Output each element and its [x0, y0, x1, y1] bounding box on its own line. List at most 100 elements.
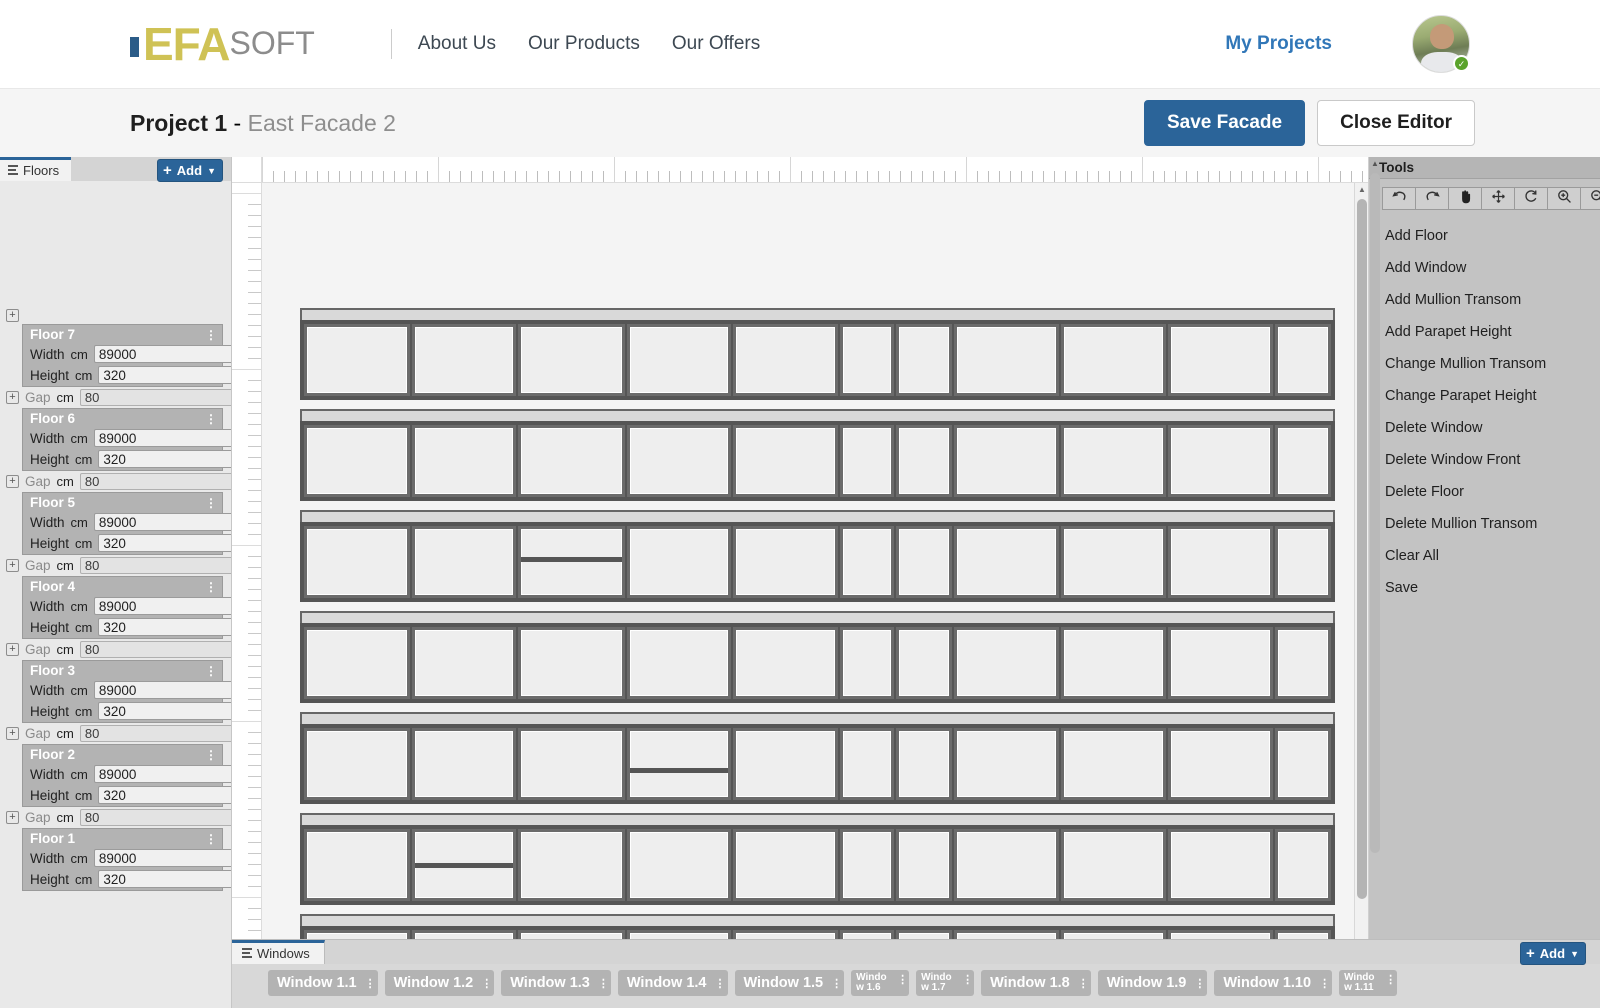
facade-window-panel[interactable]	[626, 526, 732, 598]
tool-item-add-window[interactable]: Add Window	[1369, 252, 1600, 284]
facade-parapet[interactable]	[300, 914, 1335, 926]
window-options-kebab-icon[interactable]: ⋮	[1077, 977, 1089, 990]
add-floor-button[interactable]: + Add ▼	[157, 159, 223, 182]
vertical-scrollbar-thumb[interactable]	[1357, 199, 1367, 899]
facade-window-panel[interactable]	[626, 627, 732, 699]
window-chip[interactable]: Window 1.7 ⋮	[916, 970, 975, 996]
facade-floor-row[interactable]	[300, 813, 1335, 905]
nav-link-about-us[interactable]: About Us	[418, 33, 496, 55]
facade-window-panel[interactable]	[733, 324, 838, 396]
window-options-kebab-icon[interactable]: ⋮	[1384, 973, 1396, 986]
facade-window-panel[interactable]	[1060, 728, 1167, 800]
undo-button[interactable]	[1382, 187, 1416, 210]
facade-window-panel[interactable]	[411, 425, 517, 497]
window-options-kebab-icon[interactable]: ⋮	[961, 973, 973, 986]
facade-window-panel[interactable]	[626, 728, 732, 800]
floor-gap-input[interactable]	[79, 725, 231, 742]
avatar[interactable]: ✓	[1412, 15, 1470, 73]
close-editor-button[interactable]: Close Editor	[1317, 100, 1475, 146]
facade-window-panel[interactable]	[839, 829, 894, 901]
floor-height-input[interactable]	[98, 870, 231, 888]
add-window-button[interactable]: + Add ▼	[1520, 942, 1586, 965]
facade-window-panel[interactable]	[895, 425, 953, 497]
floor-options-kebab-icon[interactable]: ⋮	[204, 412, 218, 426]
facade-window-panel[interactable]	[895, 627, 953, 699]
facade-window-panel[interactable]	[304, 627, 410, 699]
expand-plus-icon[interactable]: +	[6, 643, 19, 656]
facade-window-panel[interactable]	[954, 627, 1059, 699]
zoom-in-button[interactable]	[1547, 187, 1581, 210]
facade-window-panel[interactable]	[518, 425, 625, 497]
floor-gap-input[interactable]	[79, 473, 231, 490]
facade-parapet[interactable]	[300, 409, 1335, 421]
tools-scrollbar-thumb[interactable]	[1370, 173, 1380, 853]
facade-window-panel[interactable]	[733, 728, 838, 800]
window-options-kebab-icon[interactable]: ⋮	[1318, 977, 1330, 990]
facade-window-panel[interactable]	[518, 829, 625, 901]
tool-item-save[interactable]: Save	[1369, 572, 1600, 604]
floor-width-input[interactable]	[93, 597, 231, 615]
facade-mullion-transom[interactable]	[629, 767, 729, 773]
zoom-out-button[interactable]	[1580, 187, 1600, 210]
facade-window-panel[interactable]	[1274, 425, 1331, 497]
window-options-kebab-icon[interactable]: ⋮	[1193, 977, 1205, 990]
facade-parapet[interactable]	[300, 611, 1335, 623]
facade-window-panel[interactable]	[1274, 829, 1331, 901]
nav-link-our-offers[interactable]: Our Offers	[672, 33, 760, 55]
facade-window-panel[interactable]	[733, 526, 838, 598]
brand-logo[interactable]: EFA SOFT	[130, 21, 315, 67]
floor-card[interactable]: Floor 2⋮WidthcmHeightcm	[22, 744, 231, 807]
floor-height-input[interactable]	[98, 534, 231, 552]
floor-width-input[interactable]	[93, 429, 231, 447]
window-chip[interactable]: Window 1.11 ⋮	[1339, 970, 1398, 996]
tool-item-add-parapet-height[interactable]: Add Parapet Height	[1369, 316, 1600, 348]
facade-window-panel[interactable]	[1060, 627, 1167, 699]
floor-height-input[interactable]	[98, 786, 231, 804]
floor-width-input[interactable]	[93, 765, 231, 783]
window-options-kebab-icon[interactable]: ⋮	[480, 977, 492, 990]
window-chip[interactable]: Window 1.4 ⋮	[617, 970, 728, 996]
tool-item-delete-window[interactable]: Delete Window	[1369, 412, 1600, 444]
facade-window-panel[interactable]	[1274, 627, 1331, 699]
tool-item-change-parapet-height[interactable]: Change Parapet Height	[1369, 380, 1600, 412]
facade-floor-row[interactable]	[300, 409, 1335, 501]
tool-item-change-mullion-transom[interactable]: Change Mullion Transom	[1369, 348, 1600, 380]
facade-window-panel[interactable]	[1060, 829, 1167, 901]
facade-mullion-transom[interactable]	[414, 863, 514, 869]
facade-parapet[interactable]	[300, 712, 1335, 724]
facade-window-panel[interactable]	[1168, 627, 1273, 699]
expand-plus-icon[interactable]: +	[6, 811, 19, 824]
tool-item-add-mullion-transom[interactable]: Add Mullion Transom	[1369, 284, 1600, 316]
facade-window-panel[interactable]	[304, 829, 410, 901]
facade-window-panel[interactable]	[954, 324, 1059, 396]
pan-hand-button[interactable]	[1448, 187, 1482, 210]
window-chip[interactable]: Window 1.1 ⋮	[268, 970, 378, 996]
facade-window-panel[interactable]	[626, 324, 732, 396]
facade-window-panel[interactable]	[1274, 324, 1331, 396]
tool-item-add-floor[interactable]: Add Floor	[1369, 220, 1600, 252]
facade-window-panel[interactable]	[1274, 526, 1331, 598]
floor-width-input[interactable]	[93, 849, 231, 867]
floor-gap-input[interactable]	[79, 641, 231, 658]
my-projects-link[interactable]: My Projects	[1225, 33, 1332, 55]
floor-height-input[interactable]	[98, 450, 231, 468]
facade-window-panel[interactable]	[839, 627, 894, 699]
facade-floor-row[interactable]	[300, 712, 1335, 804]
facade-window-panel[interactable]	[839, 324, 894, 396]
facade-window-panel[interactable]	[304, 728, 410, 800]
window-options-kebab-icon[interactable]: ⋮	[896, 973, 908, 986]
facade-floor-row[interactable]	[300, 308, 1335, 400]
facade-window-panel[interactable]	[954, 728, 1059, 800]
facade-window-panel[interactable]	[411, 728, 517, 800]
facade-window-panel[interactable]	[304, 425, 410, 497]
window-chip[interactable]: Window 1.5 ⋮	[734, 970, 845, 996]
window-chip[interactable]: Window 1.8 ⋮	[981, 970, 1091, 996]
window-options-kebab-icon[interactable]: ⋮	[830, 977, 842, 990]
floor-gap-input[interactable]	[79, 809, 231, 826]
facade-window-panel[interactable]	[839, 526, 894, 598]
facade-window-panel[interactable]	[733, 627, 838, 699]
facade-window-panel[interactable]	[895, 324, 953, 396]
floor-width-input[interactable]	[93, 345, 231, 363]
tool-item-clear-all[interactable]: Clear All	[1369, 540, 1600, 572]
tab-floors[interactable]: Floors	[0, 157, 72, 181]
